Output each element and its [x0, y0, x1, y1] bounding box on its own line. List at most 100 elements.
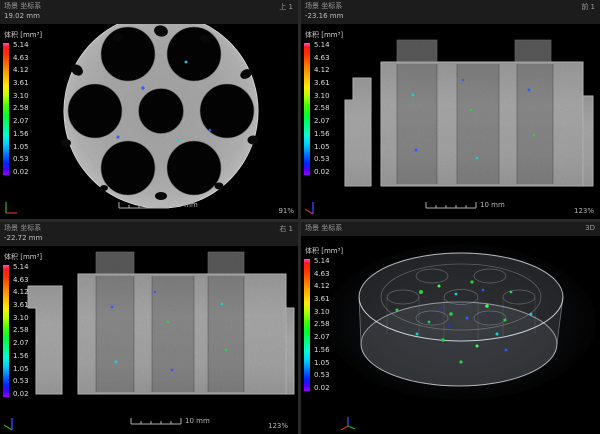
colorbar-title: 体积 [mm³]	[4, 252, 45, 262]
viewport-right-slice[interactable]: 场景 坐标系 -22.72 mm 右 1 体积 [mm³] 5.14 4.63 4.…	[0, 222, 298, 434]
zoom-level-badge: 123%	[268, 422, 288, 430]
colorbar-tick-label: 2.07	[13, 340, 29, 347]
colorbar: 体积 [mm³] 5.144.634.123.613.102.582.071.5…	[304, 30, 346, 176]
colorbar-tick-label: 1.56	[13, 131, 29, 138]
colorbar-tick-label: 2.58	[314, 321, 330, 328]
colorbar-tick-label: 4.12	[13, 289, 29, 296]
ruler-icon	[425, 201, 477, 209]
colorbar-tick-label: 3.61	[13, 80, 29, 87]
view-header: 场景 坐标系 19.02 mm	[4, 1, 41, 21]
colorbar-tick-label: 5.14	[314, 258, 330, 265]
colorbar-tick-label: 2.58	[314, 105, 330, 112]
colorbar-tick-label: 0.53	[314, 156, 330, 163]
colorbar: 体积 [mm³] 5.14 4.63 4.12 3.61 3.10 2.58 2.07 1.5…	[304, 246, 346, 392]
slice-position-label: -23.16 mm	[305, 11, 343, 21]
colorbar-tick-label: 1.05	[13, 144, 29, 151]
view-header-bar	[0, 0, 298, 24]
coordinate-system-label: 场景 坐标系	[4, 1, 41, 11]
colorbar-tick-label: 0.02	[314, 385, 330, 392]
orientation-axes-icon	[339, 414, 357, 434]
colorbar-title: 体积 [mm³]	[305, 246, 346, 256]
ruler-icon	[130, 417, 182, 425]
colorbar-tick-label: 0.53	[314, 372, 330, 379]
colorbar-tick-labels: 5.14 4.63 4.12 3.61 3.10 2.58 2.07 1.56 1.05 0.53…	[13, 264, 29, 398]
colorbar: 体积 [mm³] 5.14 4.63 4.12 3.61 3.10 2.58 2.07 1.5…	[3, 252, 45, 398]
orientation-axes-icon	[3, 416, 19, 434]
colorbar-tick-label: 4.63	[13, 55, 29, 62]
view-header-bar	[301, 222, 600, 236]
colorbar-tick-label: 4.12	[314, 283, 330, 290]
colorbar-gradient[interactable]	[304, 259, 310, 391]
viewport-top-slice[interactable]: 场景 坐标系 19.02 mm 上 1 体积 [mm³] 5.14 4.63 4.1…	[0, 0, 298, 219]
colorbar-tick-label: 0.02	[314, 169, 330, 176]
colorbar-tick-label: 0.53	[13, 378, 29, 385]
coordinate-system-label: 场景 坐标系	[4, 223, 42, 233]
colorbar-tick-label: 1.05	[314, 144, 330, 151]
view-tag: 右 1	[279, 224, 293, 234]
zoom-level-badge: 123%	[574, 207, 594, 215]
colorbar-tick-label: 3.61	[314, 80, 330, 87]
view-header-bar	[0, 222, 298, 246]
view-header: 场景 坐标系	[305, 223, 342, 233]
colorbar-tick-label: 4.63	[13, 277, 29, 284]
colorbar-tick-label: 0.02	[13, 169, 29, 176]
coordinate-system-label: 场景 坐标系	[305, 223, 342, 233]
scale-ruler-label: 10 mm	[185, 417, 210, 425]
colorbar-tick-label: 1.05	[13, 366, 29, 373]
coordinate-system-label: 场景 坐标系	[305, 1, 343, 11]
colorbar-tick-label: 5.14	[13, 264, 29, 271]
view-header: 场景 坐标系 -22.72 mm	[4, 223, 42, 243]
colorbar: 体积 [mm³] 5.14 4.63 4.12 3.61 3.10 2.58 2.07 1.5…	[3, 30, 45, 176]
colorbar-tick-label: 2.07	[314, 118, 330, 125]
colorbar-tick-label: 3.10	[314, 309, 330, 316]
slice-position-label: 19.02 mm	[4, 11, 41, 21]
colorbar-tick-label: 3.10	[314, 93, 330, 100]
view-tag: 前 1	[581, 2, 595, 12]
view-header: 场景 坐标系 -23.16 mm	[305, 1, 343, 21]
colorbar-tick-label: 3.61	[314, 296, 330, 303]
viewport-front-slice[interactable]: 场景 坐标系 -23.16 mm 前 1 体积 [mm³] 5.14 4.63 4.…	[301, 0, 600, 219]
colorbar-title: 体积 [mm³]	[4, 30, 45, 40]
colorbar-tick-label: 5.14	[314, 42, 330, 49]
colorbar-tick-label: 3.10	[13, 93, 29, 100]
colorbar-title: 体积 [mm³]	[305, 30, 346, 40]
colorbar-tick-label: 4.12	[13, 67, 29, 74]
colorbar-tick-label: 4.12	[314, 67, 330, 74]
scale-ruler: 10 mm	[425, 201, 505, 209]
scale-ruler: 10 mm	[130, 417, 210, 425]
translucent-part	[359, 253, 563, 386]
colorbar-tick-label: 4.63	[314, 271, 330, 278]
colorbar-tick-label: 3.61	[13, 302, 29, 309]
view-header-bar	[301, 0, 600, 24]
colorbar-tick-label: 2.07	[13, 118, 29, 125]
scale-ruler-label: 15 mm	[173, 201, 198, 209]
zoom-level-badge: 91%	[278, 207, 294, 215]
colorbar-tick-label: 0.53	[13, 156, 29, 163]
colorbar-gradient[interactable]	[3, 43, 9, 175]
workspace-grid: 场景 坐标系 19.02 mm 上 1 体积 [mm³] 5.14 4.63 4.1…	[0, 0, 600, 434]
view-tag: 3D	[585, 224, 595, 232]
colorbar-tick-label: 4.63	[314, 55, 330, 62]
colorbar-tick-label: 1.56	[314, 347, 330, 354]
colorbar-tick-label: 1.56	[13, 353, 29, 360]
viewport-3d[interactable]: 场景 坐标系 3D 体积 [mm³] 5.14 4.63 4.12 3.61 3.10 2…	[301, 222, 600, 434]
colorbar-tick-label: 2.58	[13, 105, 29, 112]
view-tag: 上 1	[279, 2, 293, 12]
orientation-axes-icon	[3, 200, 19, 219]
colorbar-tick-labels: 5.14 4.63 4.12 3.61 3.10 2.58 2.07 1.56 1.05 0.53…	[13, 42, 29, 176]
slice-position-label: -22.72 mm	[4, 233, 42, 243]
colorbar-tick-labels: 5.144.634.123.613.102.582.071.561.050.53…	[314, 42, 330, 176]
orientation-axes-icon	[304, 200, 320, 219]
colorbar-tick-label: 2.07	[314, 334, 330, 341]
scale-ruler: 15 mm	[118, 201, 198, 209]
ruler-icon	[118, 201, 170, 209]
colorbar-tick-label: 1.05	[314, 360, 330, 367]
colorbar-gradient[interactable]	[3, 265, 9, 397]
colorbar-gradient[interactable]	[304, 43, 310, 175]
scale-ruler-label: 10 mm	[480, 201, 505, 209]
colorbar-tick-label: 3.10	[13, 315, 29, 322]
colorbar-tick-label: 5.14	[13, 42, 29, 49]
colorbar-tick-label: 0.02	[13, 391, 29, 398]
colorbar-tick-labels: 5.14 4.63 4.12 3.61 3.10 2.58 2.07 1.56 1.05 0.53…	[314, 258, 330, 392]
colorbar-tick-label: 2.58	[13, 327, 29, 334]
